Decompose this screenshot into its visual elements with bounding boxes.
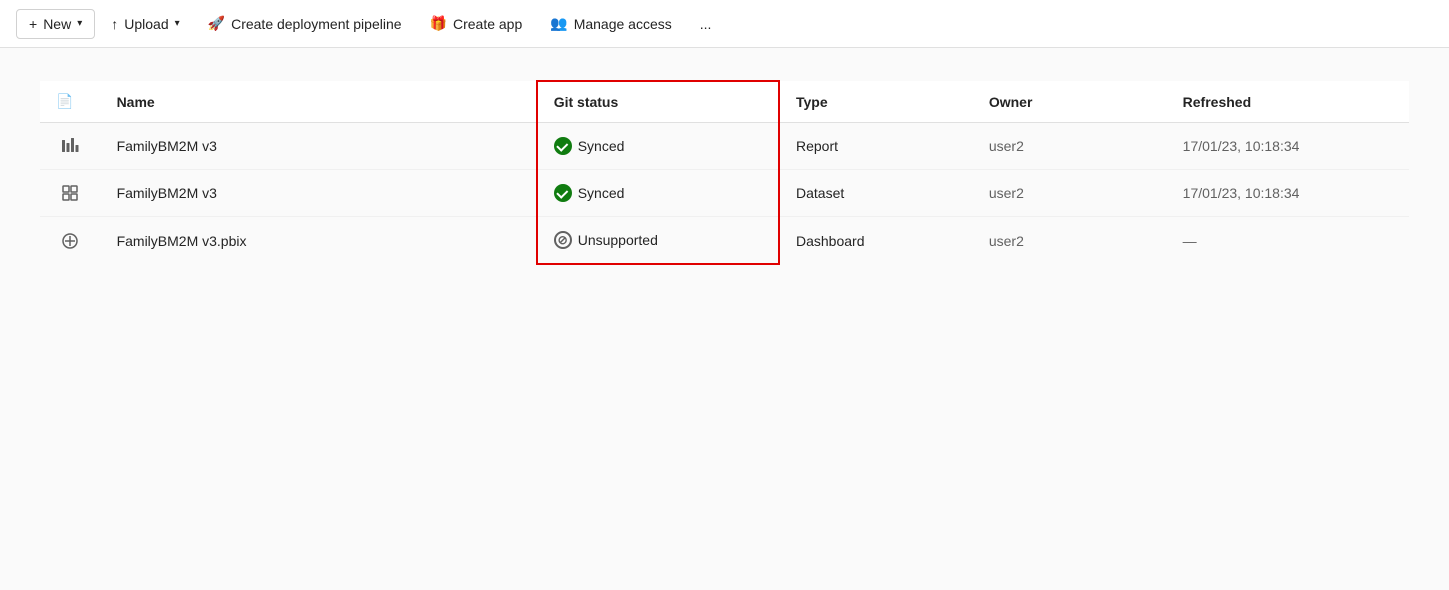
more-button[interactable]: ...	[688, 10, 724, 38]
git-status-cell: Synced	[537, 123, 779, 170]
item-type: Dataset	[779, 170, 973, 217]
item-refreshed: 17/01/23, 10:18:34	[1167, 123, 1409, 170]
table-row[interactable]: FamilyBM2M v3 Synced Datasetuser217/01/2…	[40, 170, 1409, 217]
manage-access-label: Manage access	[574, 16, 672, 32]
upload-icon: ↑	[111, 16, 118, 32]
item-owner: user2	[973, 217, 1167, 265]
item-owner: user2	[973, 170, 1167, 217]
item-type: Dashboard	[779, 217, 973, 265]
item-name[interactable]: FamilyBM2M v3.pbix	[101, 217, 537, 265]
report-icon	[40, 123, 101, 170]
table-header-row: 📄 Name Git status Type Owner Refreshed	[40, 81, 1409, 123]
unsupported-icon: ⊘	[554, 231, 572, 249]
unsupported-status: ⊘ Unsupported	[554, 231, 762, 249]
upload-button-label: Upload	[124, 16, 168, 32]
synced-label: Synced	[578, 185, 625, 201]
item-type: Report	[779, 123, 973, 170]
create-app-label: Create app	[453, 16, 522, 32]
new-button-label: New	[43, 16, 71, 32]
synced-icon	[554, 184, 572, 202]
pbix-icon	[40, 217, 101, 265]
create-app-button[interactable]: 🎁 Create app	[418, 9, 535, 38]
synced-icon	[554, 137, 572, 155]
create-pipeline-label: Create deployment pipeline	[231, 16, 401, 32]
item-name[interactable]: FamilyBM2M v3	[101, 170, 537, 217]
more-icon: ...	[700, 16, 712, 32]
create-pipeline-button[interactable]: 🚀 Create deployment pipeline	[196, 9, 414, 38]
file-icon: 📄	[56, 93, 73, 109]
item-owner: user2	[973, 123, 1167, 170]
synced-label: Synced	[578, 138, 625, 154]
synced-status: Synced	[554, 137, 762, 155]
git-status-cell: Synced	[537, 170, 779, 217]
col-header-owner[interactable]: Owner	[973, 81, 1167, 123]
plus-icon: +	[29, 16, 37, 32]
manage-access-icon: 👥	[550, 15, 567, 32]
item-refreshed: —	[1167, 217, 1409, 265]
git-status-cell: ⊘ Unsupported	[537, 217, 779, 265]
item-name[interactable]: FamilyBM2M v3	[101, 123, 537, 170]
new-button[interactable]: + New ▾	[16, 9, 95, 39]
col-header-refreshed[interactable]: Refreshed	[1167, 81, 1409, 123]
app-icon: 🎁	[430, 15, 447, 32]
table-row[interactable]: FamilyBM2M v3.pbix ⊘ Unsupported Dashboa…	[40, 217, 1409, 265]
unsupported-label: Unsupported	[578, 232, 658, 248]
items-table: 📄 Name Git status Type Owner Refreshed F…	[40, 80, 1409, 265]
new-chevron-icon: ▾	[77, 18, 82, 29]
table-row[interactable]: FamilyBM2M v3 Synced Reportuser217/01/23…	[40, 123, 1409, 170]
main-content: 📄 Name Git status Type Owner Refreshed F…	[0, 48, 1449, 590]
item-refreshed: 17/01/23, 10:18:34	[1167, 170, 1409, 217]
manage-access-button[interactable]: 👥 Manage access	[538, 9, 684, 38]
col-header-type[interactable]: Type	[779, 81, 973, 123]
pipeline-icon: 🚀	[208, 15, 225, 32]
synced-status: Synced	[554, 184, 762, 202]
col-header-git-status[interactable]: Git status	[537, 81, 779, 123]
dataset-icon	[40, 170, 101, 217]
toolbar: + New ▾ ↑ Upload ▾ 🚀 Create deployment p…	[0, 0, 1449, 48]
col-header-name[interactable]: Name	[101, 81, 537, 123]
upload-chevron-icon: ▾	[175, 18, 180, 29]
col-header-icon: 📄	[40, 81, 101, 123]
upload-button[interactable]: ↑ Upload ▾	[99, 10, 191, 38]
